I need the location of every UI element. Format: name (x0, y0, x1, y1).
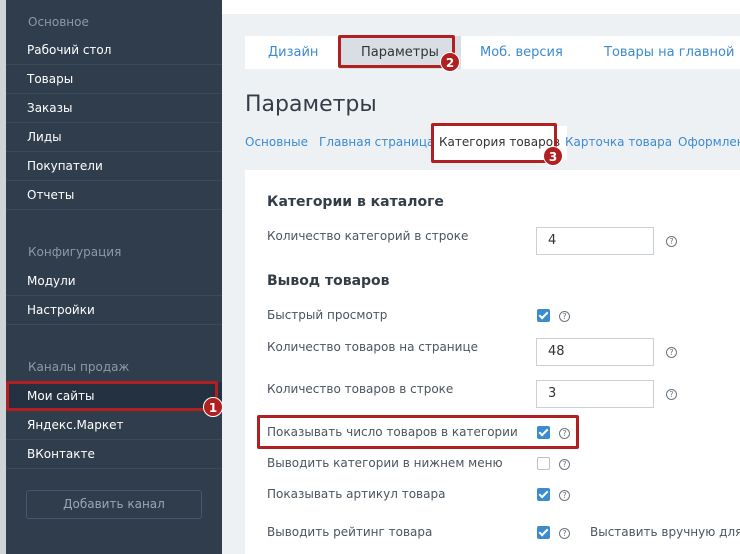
tab-home-products[interactable]: Товары на главной (604, 36, 734, 69)
help-icon[interactable]: ? (666, 347, 677, 358)
step-badge-1: 1 (203, 397, 223, 417)
help-icon[interactable]: ? (666, 389, 677, 400)
highlight-parameters-tab (338, 35, 455, 68)
label-categories-per-row: Количество категорий в строке (267, 229, 469, 243)
step-badge-3: 3 (543, 146, 563, 166)
show-sku-checkbox[interactable] (537, 488, 550, 501)
sidebar-item-vkontakte[interactable]: ВКонтакте (6, 440, 222, 469)
sidebar: Основное Рабочий стол Товары Заказы Лиды… (0, 0, 222, 554)
sidebar-section-channels: Каналы продаж (28, 360, 130, 374)
sidebar-section-main: Основное (28, 15, 89, 29)
subtab-basic[interactable]: Основные (245, 126, 308, 160)
section-title-products: Вывод товаров (267, 273, 390, 289)
settings-panel: Категории в каталоге Количество категори… (245, 170, 740, 554)
sidebar-item-modules[interactable]: Модули (6, 267, 222, 296)
sidebar-item-orders[interactable]: Заказы (6, 94, 222, 123)
label-categories-bottom-menu: Выводить категории в нижнем меню (267, 456, 503, 470)
label-show-sku: Показывать артикул товара (267, 487, 446, 501)
subtab-design[interactable]: Оформлен (678, 126, 740, 160)
section-title-catalog: Категории в каталоге (267, 194, 444, 210)
top-bar (222, 0, 740, 14)
categories-bottom-menu-checkbox[interactable] (537, 457, 550, 470)
sidebar-item-products[interactable]: Товары (6, 65, 222, 94)
show-rating-checkbox[interactable] (537, 526, 550, 539)
label-quick-view: Быстрый просмотр (267, 308, 388, 322)
sidebar-item-reports[interactable]: Отчеты (6, 181, 222, 210)
label-products-per-page: Количество товаров на странице (267, 340, 478, 354)
help-icon[interactable]: ? (559, 490, 570, 501)
products-per-row-input[interactable]: 3 (536, 380, 654, 408)
highlight-show-product-count (257, 415, 579, 449)
sidebar-item-leads[interactable]: Лиды (6, 123, 222, 152)
rating-manual-label: Выставить вручную для во (590, 525, 740, 539)
subtab-home-page[interactable]: Главная страница (319, 126, 434, 160)
main-content: Дизайн Параметры Моб. версия Товары на г… (222, 0, 740, 554)
sidebar-item-settings[interactable]: Настройки (6, 296, 222, 325)
help-icon[interactable]: ? (559, 528, 570, 539)
categories-per-row-input[interactable]: 4 (536, 227, 654, 255)
subtab-product-card[interactable]: Карточка товара (565, 126, 672, 160)
page-title: Параметры (245, 92, 377, 117)
add-channel-button[interactable]: Добавить канал (26, 490, 202, 519)
step-badge-2: 2 (440, 52, 460, 72)
sidebar-item-desktop[interactable]: Рабочий стол (6, 36, 222, 65)
highlight-category-subtab (431, 123, 557, 163)
help-icon[interactable]: ? (666, 236, 677, 247)
sidebar-item-yandex-market[interactable]: Яндекс.Маркет (6, 411, 222, 440)
products-per-page-input[interactable]: 48 (536, 338, 654, 366)
highlight-my-sites (6, 381, 218, 411)
tab-mobile[interactable]: Моб. версия (480, 36, 563, 69)
help-icon[interactable]: ? (559, 311, 570, 322)
quick-view-checkbox[interactable] (537, 309, 550, 322)
tab-bar: Дизайн Параметры Моб. версия Товары на г… (245, 36, 740, 69)
app-root: Основное Рабочий стол Товары Заказы Лиды… (0, 0, 740, 554)
sidebar-item-customers[interactable]: Покупатели (6, 152, 222, 181)
sidebar-section-config: Конфигурация (28, 245, 122, 259)
tab-design[interactable]: Дизайн (268, 36, 318, 69)
label-products-per-row: Количество товаров в строке (267, 382, 454, 396)
label-show-rating: Выводить рейтинг товара (267, 525, 433, 539)
help-icon[interactable]: ? (559, 459, 570, 470)
